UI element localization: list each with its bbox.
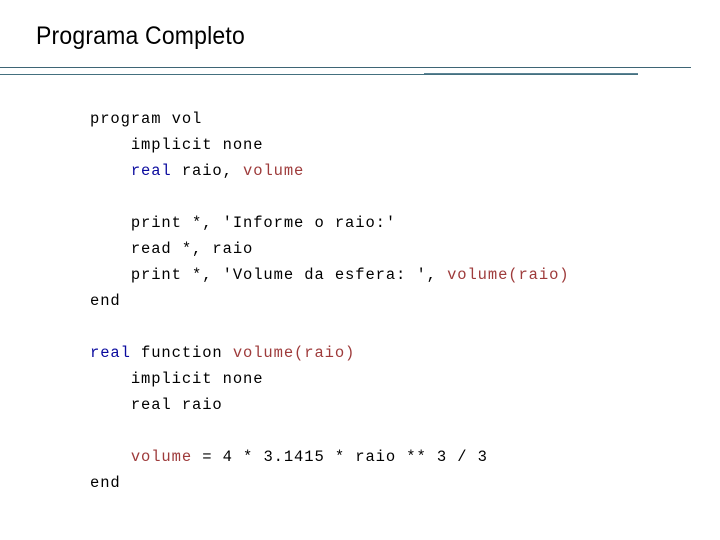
code-token-plain: end — [90, 291, 121, 310]
code-token-plain: implicit none — [130, 369, 264, 388]
code-line: program vol — [90, 106, 690, 132]
code-line: print *, 'Informe o raio:' — [90, 210, 690, 236]
code-line: volume = 4 * 3.1415 * raio ** 3 / 3 — [90, 444, 690, 470]
code-token-plain: function — [130, 343, 233, 362]
slide: Programa Completo program vol implicit n… — [0, 0, 720, 540]
title-divider-top — [0, 67, 691, 68]
code-token-kw: real — [90, 343, 131, 362]
code-token-plain: implicit none — [130, 135, 264, 154]
code-token-ident: volume — [130, 447, 193, 466]
code-line: end — [90, 470, 690, 496]
code-line: read *, raio — [90, 236, 690, 262]
code-token-kw: real — [130, 161, 172, 180]
code-token-ident: volume(raio) — [447, 265, 570, 284]
code-token-plain: real raio — [130, 395, 223, 414]
code-token-plain: raio, — [171, 161, 244, 180]
code-token-plain: program vol — [90, 109, 203, 128]
code-token-plain: read *, raio — [130, 239, 254, 258]
title-divider-bottom-tail — [424, 73, 638, 74]
code-line: print *, 'Volume da esfera: ', volume(ra… — [90, 262, 690, 288]
code-token-ident: volume — [243, 161, 305, 180]
code-line: real function volume(raio) — [90, 340, 690, 366]
code-token-plain: = 4 * 3.1415 * raio ** 3 / 3 — [192, 447, 488, 466]
title-divider-bottom — [0, 74, 638, 75]
code-token-plain: end — [90, 473, 121, 492]
code-line: end — [90, 288, 690, 314]
code-line: implicit none — [90, 132, 690, 158]
code-line: real raio — [90, 392, 690, 418]
page-title: Programa Completo — [36, 22, 245, 50]
code-block: program vol implicit none real raio, vol… — [90, 106, 690, 496]
code-token-plain: print *, 'Volume da esfera: ', — [130, 265, 448, 284]
code-token-ident: volume(raio) — [232, 343, 356, 362]
code-token-plain: print *, 'Informe o raio:' — [130, 213, 397, 232]
code-line: implicit none — [90, 366, 690, 392]
code-line: real raio, volume — [90, 158, 690, 184]
